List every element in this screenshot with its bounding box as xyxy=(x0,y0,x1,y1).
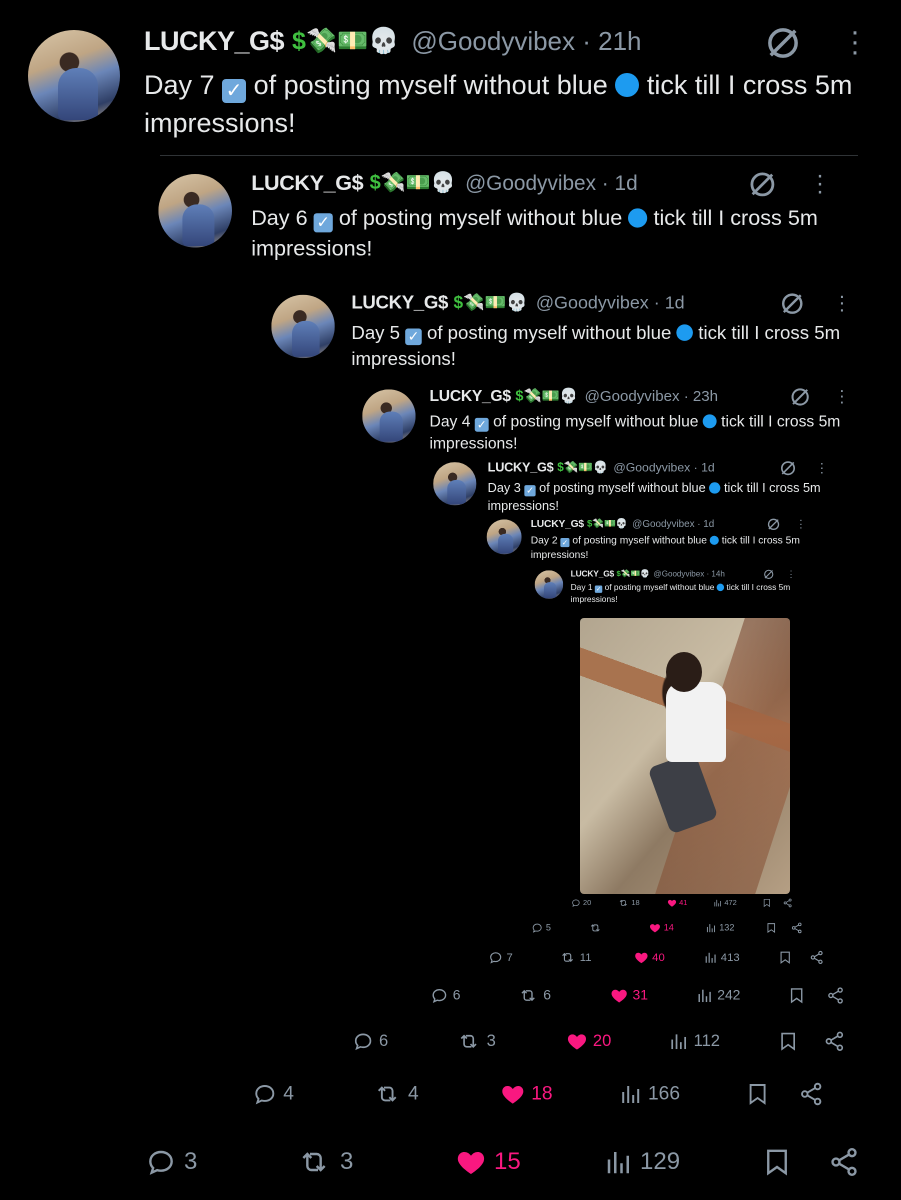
avatar[interactable] xyxy=(534,570,564,599)
display-name[interactable]: LUCKY_G$ xyxy=(351,292,448,313)
repost-icon xyxy=(617,898,629,908)
tweet-text: Day 2 ✓ of posting myself without blue t… xyxy=(530,534,800,561)
check-emoji-icon: ✓ xyxy=(313,213,333,233)
avatar[interactable] xyxy=(362,389,416,443)
reply-icon xyxy=(144,1146,178,1178)
tweet-text: Day 7 ✓ of posting myself without blue t… xyxy=(144,70,853,138)
more-vertical-icon[interactable]: · · · xyxy=(839,285,846,320)
action-bar: 3 3 15 129 xyxy=(144,1146,864,1190)
more-vertical-icon[interactable]: · · · xyxy=(799,514,803,533)
name-emojis: $💸💵💀 xyxy=(586,518,628,529)
reply-button[interactable]: 3 xyxy=(144,1146,197,1178)
grok-icon[interactable] xyxy=(788,385,812,409)
handle-and-time[interactable]: @Goodyvibex · 14h xyxy=(654,569,725,579)
blue-circle-icon xyxy=(615,73,640,97)
avatar[interactable] xyxy=(28,30,120,122)
grok-icon[interactable] xyxy=(762,568,775,581)
blue-circle-icon xyxy=(676,324,694,341)
share-button[interactable] xyxy=(783,898,793,908)
reply-icon xyxy=(571,898,582,908)
handle-and-time[interactable]: @Goodyvibex · 23h xyxy=(585,387,719,405)
name-emojis: $💸💵💀 xyxy=(557,460,608,474)
name-emojis: $💸💵💀 xyxy=(453,292,528,312)
check-emoji-icon: ✓ xyxy=(594,585,603,593)
reply-button[interactable]: 20 xyxy=(571,898,591,908)
photo-face xyxy=(666,652,702,692)
display-name[interactable]: LUCKY_G$ xyxy=(251,171,363,196)
handle-and-time[interactable]: @Goodyvibex · 1d xyxy=(536,292,685,313)
repost-button[interactable]: 3 xyxy=(294,1146,353,1178)
grok-icon[interactable] xyxy=(766,516,782,532)
bookmark-icon xyxy=(762,898,771,908)
grok-icon[interactable] xyxy=(746,168,780,202)
blue-circle-icon xyxy=(709,482,721,494)
check-emoji-icon: ✓ xyxy=(474,417,489,432)
display-name[interactable]: LUCKY_G$ xyxy=(571,569,615,579)
action-bar: 20 18 41 472 xyxy=(571,898,794,912)
more-vertical-icon[interactable]: · · · xyxy=(820,456,825,480)
blue-circle-icon xyxy=(716,583,725,592)
avatar[interactable] xyxy=(486,519,522,555)
blue-circle-icon xyxy=(628,208,648,228)
blue-circle-icon xyxy=(709,535,719,545)
photo-shirt xyxy=(666,682,726,762)
name-emojis: $💸💵💀 xyxy=(515,387,578,404)
check-emoji-icon: ✓ xyxy=(405,328,422,346)
handle-and-time[interactable]: @Goodyvibex · 21h xyxy=(411,26,641,57)
more-vertical-icon[interactable]: · · · xyxy=(850,17,860,67)
repost-icon xyxy=(294,1146,334,1178)
more-vertical-icon[interactable]: · · · xyxy=(816,163,824,203)
more-vertical-icon[interactable]: · · · xyxy=(839,382,845,411)
blue-circle-icon xyxy=(702,414,717,429)
display-name[interactable]: LUCKY_G$ xyxy=(531,518,584,530)
grok-icon[interactable] xyxy=(762,22,804,64)
check-emoji-icon: ✓ xyxy=(222,79,247,103)
views-icon xyxy=(604,1146,634,1178)
heart-icon xyxy=(667,898,678,908)
name-emojis: $💸💵💀 xyxy=(369,171,456,194)
display-name[interactable]: LUCKY_G$ xyxy=(430,387,512,405)
views-button[interactable]: 129 xyxy=(604,1146,680,1178)
handle-and-time[interactable]: @Goodyvibex · 1d xyxy=(613,460,714,475)
heart-icon xyxy=(454,1146,488,1178)
avatar[interactable] xyxy=(271,294,335,359)
name-emojis: $💸💵💀 xyxy=(292,27,400,55)
more-vertical-icon[interactable]: · · · xyxy=(790,566,793,581)
tweet-text: Day 1 ✓ of posting myself without blue t… xyxy=(570,582,791,604)
tweet-photo[interactable] xyxy=(580,618,790,894)
avatar[interactable] xyxy=(158,174,232,248)
share-icon xyxy=(783,898,793,908)
views-icon xyxy=(713,898,722,908)
avatar[interactable] xyxy=(433,462,477,506)
tweet-text: Day 6 ✓ of posting myself without blue t… xyxy=(251,206,818,261)
display-name[interactable]: LUCKY_G$ xyxy=(488,460,554,475)
grok-icon[interactable] xyxy=(778,458,798,478)
handle-and-time[interactable]: @Goodyvibex · 1d xyxy=(632,518,714,530)
grok-icon[interactable] xyxy=(778,289,807,318)
check-emoji-icon: ✓ xyxy=(524,485,536,497)
bookmark-icon xyxy=(762,1146,792,1178)
like-button[interactable]: 15 xyxy=(454,1146,521,1178)
name-emojis: $💸💵💀 xyxy=(616,569,650,579)
check-emoji-icon: ✓ xyxy=(560,538,570,548)
views-button[interactable]: 472 xyxy=(713,898,737,908)
bookmark-button[interactable] xyxy=(762,898,771,908)
share-icon xyxy=(828,1146,860,1178)
like-button[interactable]: 41 xyxy=(667,898,687,908)
tweet-text: Day 5 ✓ of posting myself without blue t… xyxy=(351,322,841,370)
display-name[interactable]: LUCKY_G$ xyxy=(144,26,285,57)
share-button[interactable] xyxy=(828,1146,860,1178)
bookmark-button[interactable] xyxy=(762,1146,792,1178)
handle-and-time[interactable]: @Goodyvibex · 1d xyxy=(465,171,638,196)
repost-button[interactable]: 18 xyxy=(617,898,640,908)
